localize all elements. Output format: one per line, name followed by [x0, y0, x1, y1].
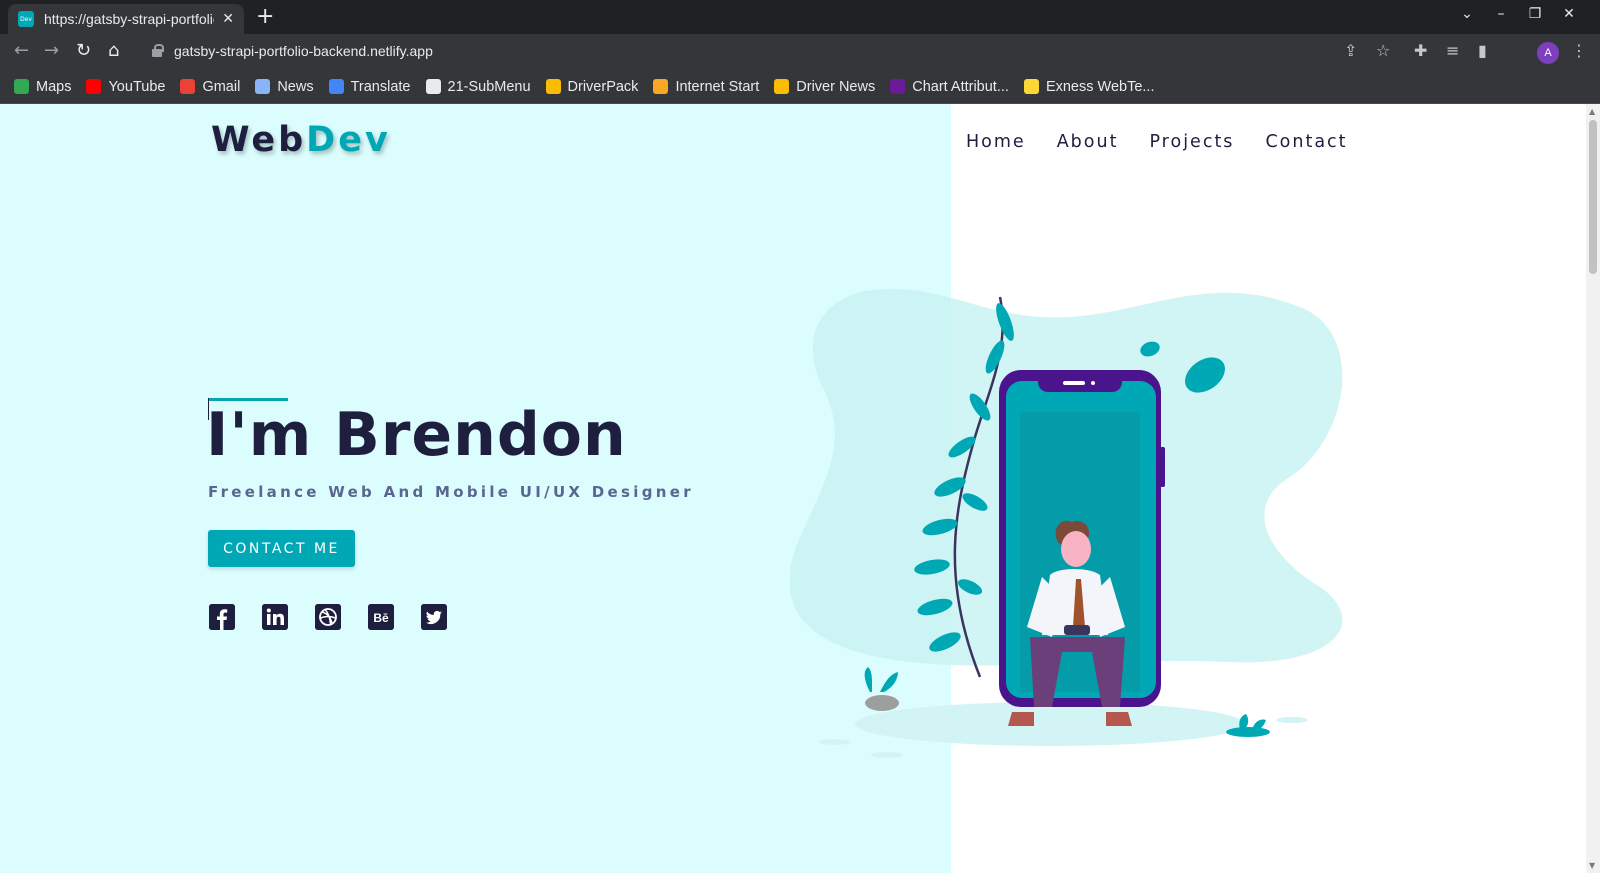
scroll-up-icon[interactable]: ▲ [1589, 107, 1595, 116]
driverpack-icon [545, 79, 561, 94]
facebook-icon[interactable] [209, 604, 235, 630]
driver-news-icon [774, 79, 790, 94]
small-plant-left [864, 667, 899, 711]
gmail-icon [180, 79, 196, 94]
share-icon[interactable]: ⇪ [1344, 41, 1357, 60]
news-icon [255, 79, 271, 94]
page-scrollbar[interactable]: ▲ ▼ [1586, 104, 1600, 873]
media-control-icon[interactable]: ≡ [1446, 41, 1459, 60]
forward-icon[interactable]: → [44, 40, 59, 61]
tab-title: https://gatsby-strapi-portfolio-backend.… [44, 11, 214, 27]
behance-icon[interactable]: Bē [368, 604, 394, 630]
svg-text:Bē: Bē [373, 611, 389, 625]
menu-kebab-icon[interactable]: ⋮ [1571, 41, 1587, 60]
bookmark-translate[interactable]: Translate [328, 79, 411, 95]
window-controls: ⌄ – ❐ ✕ [1450, 6, 1586, 22]
ground-shadow [855, 702, 1245, 746]
youtube-icon [86, 79, 102, 94]
scroll-down-icon[interactable]: ▼ [1589, 861, 1595, 870]
linkedin-icon[interactable] [262, 604, 288, 630]
bookmark-exness[interactable]: Exness WebTe... [1023, 79, 1154, 95]
bookmarks-bar: Maps YouTube Gmail News Translate 21-Sub… [0, 70, 1600, 104]
nav-about[interactable]: About [1057, 132, 1119, 152]
logo-web: Web [211, 120, 307, 160]
bookmark-news[interactable]: News [255, 79, 314, 95]
bookmark-chart-attribution[interactable]: Chart Attribut... [890, 79, 1009, 95]
bookmark-21-submenu[interactable]: 21-SubMenu [425, 79, 531, 95]
browser-tab[interactable]: Dev https://gatsby-strapi-portfolio-back… [8, 4, 244, 34]
bookmark-driver-news[interactable]: Driver News [774, 79, 875, 95]
nav-home[interactable]: Home [966, 132, 1026, 152]
twitter-icon[interactable] [421, 604, 447, 630]
browser-toolbar: ← → ↻ ⌂ gatsby-strapi-portfolio-backend.… [0, 34, 1600, 70]
site-logo[interactable]: WebDev [211, 120, 391, 160]
back-icon[interactable]: ← [14, 40, 29, 61]
site-favicon-icon: Dev [18, 11, 34, 27]
new-tab-button[interactable]: + [256, 4, 274, 29]
contact-me-button[interactable]: CONTACT ME [208, 530, 355, 567]
nav-projects[interactable]: Projects [1149, 132, 1234, 152]
dribbble-icon[interactable] [315, 604, 341, 630]
internet-start-icon [653, 79, 669, 94]
hero-illustration [790, 288, 1343, 758]
main-nav: Home About Projects Contact [966, 132, 1379, 152]
home-icon[interactable]: ⌂ [108, 40, 119, 61]
reload-icon[interactable]: ↻ [76, 40, 91, 61]
maps-icon [14, 79, 29, 94]
bookmark-driverpack[interactable]: DriverPack [545, 79, 638, 95]
bookmark-star-icon[interactable]: ☆ [1376, 41, 1390, 60]
bookmark-internet-start[interactable]: Internet Start [653, 79, 759, 95]
profile-avatar[interactable]: A [1537, 42, 1559, 64]
lock-icon [152, 44, 164, 57]
close-window-icon[interactable]: ✕ [1552, 6, 1586, 22]
page-viewport: WebDev Home About Projects Contact I'm B… [0, 104, 1586, 873]
nav-contact[interactable]: Contact [1265, 132, 1347, 152]
side-panel-icon[interactable]: ▮ [1478, 41, 1487, 60]
scroll-thumb[interactable] [1589, 120, 1597, 274]
social-links: Bē [209, 604, 474, 630]
tab-strip: Dev https://gatsby-strapi-portfolio-back… [0, 0, 1600, 34]
chart-attribution-icon [890, 79, 906, 94]
exness-icon [1023, 79, 1039, 94]
hero-title: I'm Brendon [206, 400, 627, 470]
bookmark-gmail[interactable]: Gmail [180, 79, 240, 95]
url-text: gatsby-strapi-portfolio-backend.netlify.… [174, 43, 433, 59]
close-tab-icon[interactable]: ✕ [222, 11, 234, 27]
minimize-icon[interactable]: – [1484, 6, 1518, 22]
logo-dev: Dev [306, 120, 391, 160]
hero-subtitle: Freelance Web And Mobile UI/UX Designer [208, 483, 694, 501]
bookmark-maps[interactable]: Maps [14, 79, 71, 95]
tab-search-icon[interactable]: ⌄ [1450, 6, 1484, 22]
extensions-icon[interactable]: ✚ [1414, 41, 1427, 60]
bookmark-youtube[interactable]: YouTube [86, 79, 165, 95]
restore-icon[interactable]: ❐ [1518, 6, 1552, 22]
globe-icon [425, 79, 441, 94]
address-bar[interactable]: gatsby-strapi-portfolio-backend.netlify.… [140, 37, 1348, 67]
translate-icon [328, 79, 344, 94]
